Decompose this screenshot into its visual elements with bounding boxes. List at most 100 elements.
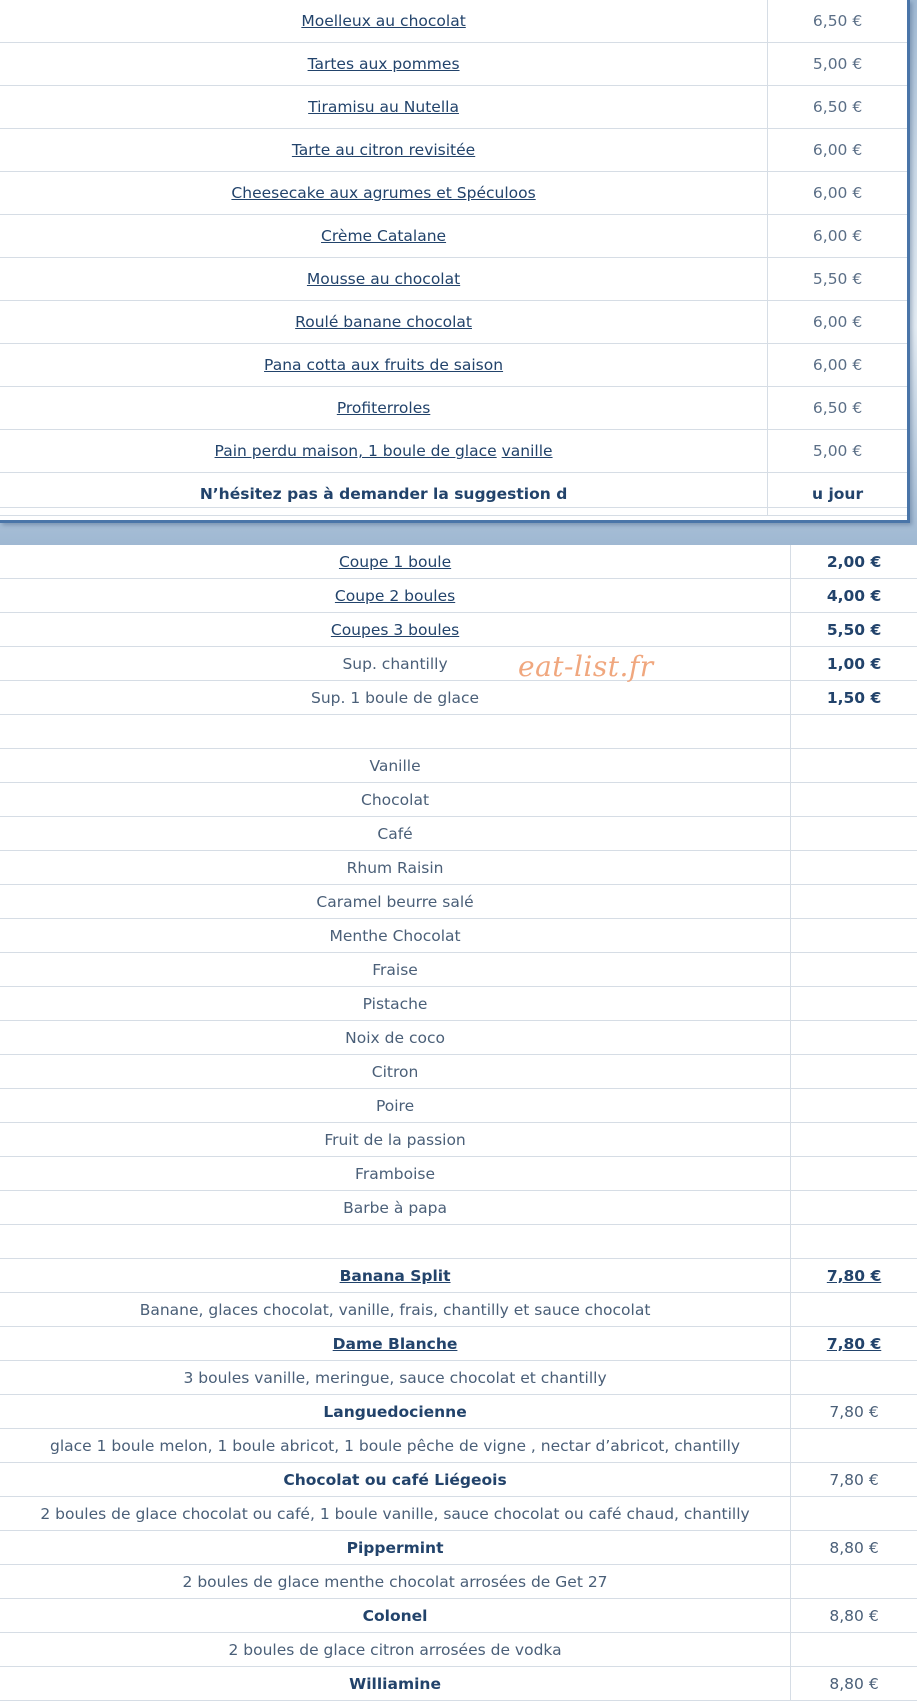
table-row: Williamine 8,80 € xyxy=(0,1666,917,1701)
dessert-link-cheesecake[interactable]: Cheesecake aux agrumes et Spéculoos xyxy=(231,184,535,202)
dessert-link-vanille[interactable]: vanille xyxy=(502,442,553,460)
table-row: Roulé banane chocolat 6,00 € xyxy=(0,300,907,344)
table-row: Sup. chantilly 1,00 € xyxy=(0,646,917,681)
sundae-price: 7,80 € xyxy=(790,1394,917,1429)
table-row: Pippermint 8,80 € xyxy=(0,1530,917,1565)
table-row: Tarte au citron revisitée 6,00 € xyxy=(0,128,907,172)
table-row: Citron xyxy=(0,1054,917,1089)
sundae-description: 2 boules de glace chocolat ou café, 1 bo… xyxy=(0,1496,792,1531)
flavor-name: Poire xyxy=(0,1088,792,1123)
flavor-name: Noix de coco xyxy=(0,1020,792,1055)
sundae-link-dame-blanche[interactable]: Dame Blanche xyxy=(333,1335,458,1353)
table-row: Colonel 8,80 € xyxy=(0,1598,917,1633)
flavor-name: Vanille xyxy=(0,748,792,783)
dessert-link-pana-cotta[interactable]: Pana cotta aux fruits de saison xyxy=(264,356,503,374)
coupe-link-1[interactable]: Coupe 1 boule xyxy=(339,553,451,571)
flavor-name: Barbe à papa xyxy=(0,1190,792,1225)
table-row: Banana Split 7,80 € xyxy=(0,1258,917,1293)
table-row: Pistache xyxy=(0,986,917,1021)
sundae-price-link[interactable]: 7,80 € xyxy=(827,1335,881,1353)
dessert-price: 5,00 € xyxy=(767,42,907,86)
table-row: 2 boules de glace menthe chocolat arrosé… xyxy=(0,1564,917,1599)
flavor-name: Café xyxy=(0,816,792,851)
coupe-price: 4,00 € xyxy=(790,578,917,613)
table-row: Caramel beurre salé xyxy=(0,884,917,919)
table-row: Framboise xyxy=(0,1156,917,1191)
dessert-link-profiterroles[interactable]: Profiterroles xyxy=(337,399,431,417)
supplement-price: 1,50 € xyxy=(790,680,917,715)
sundae-price: 7,80 € xyxy=(790,1462,917,1497)
dessert-price: 6,50 € xyxy=(767,85,907,129)
dessert-price: 6,00 € xyxy=(767,300,907,344)
table-row: Dame Blanche 7,80 € xyxy=(0,1326,917,1361)
table-row: Chocolat ou café Liégeois 7,80 € xyxy=(0,1462,917,1497)
dessert-table: Moelleux au chocolat 6,50 € Tartes aux p… xyxy=(0,0,907,516)
sundae-description: glace 1 boule melon, 1 boule abricot, 1 … xyxy=(0,1428,792,1463)
table-row: Poire xyxy=(0,1088,917,1123)
dessert-panel-background: Moelleux au chocolat 6,50 € Tartes aux p… xyxy=(0,0,917,545)
dessert-link-moelleux[interactable]: Moelleux au chocolat xyxy=(301,12,465,30)
table-row: Moelleux au chocolat 6,50 € xyxy=(0,0,907,43)
dessert-price: 6,50 € xyxy=(767,386,907,430)
dessert-link-mousse[interactable]: Mousse au chocolat xyxy=(307,270,460,288)
flavor-name: Caramel beurre salé xyxy=(0,884,792,919)
watermark: eat-list.fr xyxy=(518,650,654,683)
coupe-price: 2,00 € xyxy=(790,545,917,579)
table-row: Mousse au chocolat 5,50 € xyxy=(0,257,907,301)
coupe-link-2[interactable]: Coupe 2 boules xyxy=(335,587,455,605)
flavor-name: Fruit de la passion xyxy=(0,1122,792,1157)
sundae-description: 2 boules de glace menthe chocolat arrosé… xyxy=(0,1564,792,1599)
flavor-name: Menthe Chocolat xyxy=(0,918,792,953)
dessert-link-tarte-citron[interactable]: Tarte au citron revisitée xyxy=(292,141,475,159)
dessert-link-tartes-pommes[interactable]: Tartes aux pommes xyxy=(308,55,460,73)
sundae-price: 8,80 € xyxy=(790,1666,917,1701)
dessert-price: 5,00 € xyxy=(767,429,907,473)
supplement-name: Sup. chantilly xyxy=(0,646,792,681)
table-row: Cheesecake aux agrumes et Spéculoos 6,00… xyxy=(0,171,907,215)
suggestion-text: N’hésitez pas à demander la suggestion d xyxy=(199,485,568,503)
dessert-price: 6,00 € xyxy=(767,343,907,387)
coupe-link-3[interactable]: Coupes 3 boules xyxy=(331,621,459,639)
sundae-name: Williamine xyxy=(0,1666,792,1701)
table-row: Chocolat xyxy=(0,782,917,817)
flavor-name: Rhum Raisin xyxy=(0,850,792,885)
flavor-name: Chocolat xyxy=(0,782,792,817)
dessert-price: 6,00 € xyxy=(767,171,907,215)
dessert-price: 6,50 € xyxy=(767,0,907,43)
sundae-name: Pippermint xyxy=(0,1530,792,1565)
dessert-link-roule[interactable]: Roulé banane chocolat xyxy=(295,313,472,331)
table-row: Pain perdu maison, 1 boule de glace vani… xyxy=(0,429,907,473)
sundae-description: 3 boules vanille, meringue, sauce chocol… xyxy=(0,1360,792,1395)
table-row: 3 boules vanille, meringue, sauce chocol… xyxy=(0,1360,917,1395)
sundae-name: Chocolat ou café Liégeois xyxy=(0,1462,792,1497)
table-row: Café xyxy=(0,816,917,851)
table-row: Languedocienne 7,80 € xyxy=(0,1394,917,1429)
suggestion-text-end: u jour xyxy=(767,472,907,516)
dessert-link-tiramisu[interactable]: Tiramisu au Nutella xyxy=(308,98,459,116)
spacer-row xyxy=(0,1224,917,1259)
ice-cream-table: Coupe 1 boule 2,00 € Coupe 2 boules 4,00… xyxy=(0,545,917,1701)
dessert-price: 6,00 € xyxy=(767,214,907,258)
table-row: 2 boules de glace chocolat ou café, 1 bo… xyxy=(0,1496,917,1531)
dessert-link-pain-perdu[interactable]: Pain perdu maison, 1 boule de glace xyxy=(215,442,497,460)
table-row: glace 1 boule melon, 1 boule abricot, 1 … xyxy=(0,1428,917,1463)
sundae-name: Languedocienne xyxy=(0,1394,792,1429)
sundae-link-banana-split[interactable]: Banana Split xyxy=(340,1267,451,1285)
dessert-price: 6,00 € xyxy=(767,128,907,172)
dessert-price: 5,50 € xyxy=(767,257,907,301)
table-row: Coupe 1 boule 2,00 € xyxy=(0,545,917,579)
dessert-panel: Moelleux au chocolat 6,50 € Tartes aux p… xyxy=(0,0,910,523)
sundae-price-link[interactable]: 7,80 € xyxy=(827,1267,881,1285)
table-row: Tartes aux pommes 5,00 € xyxy=(0,42,907,86)
table-row: Sup. 1 boule de glace 1,50 € xyxy=(0,680,917,715)
table-row: Menthe Chocolat xyxy=(0,918,917,953)
spacer-row xyxy=(0,714,917,749)
table-row: Tiramisu au Nutella 6,50 € xyxy=(0,85,907,129)
flavor-name: Framboise xyxy=(0,1156,792,1191)
dessert-link-creme-catalane[interactable]: Crème Catalane xyxy=(321,227,446,245)
table-row: Barbe à papa xyxy=(0,1190,917,1225)
table-row: N’hésitez pas à demander la suggestion d… xyxy=(0,472,907,516)
divider xyxy=(0,507,907,508)
table-row: Crème Catalane 6,00 € xyxy=(0,214,907,258)
sundae-price: 8,80 € xyxy=(790,1598,917,1633)
